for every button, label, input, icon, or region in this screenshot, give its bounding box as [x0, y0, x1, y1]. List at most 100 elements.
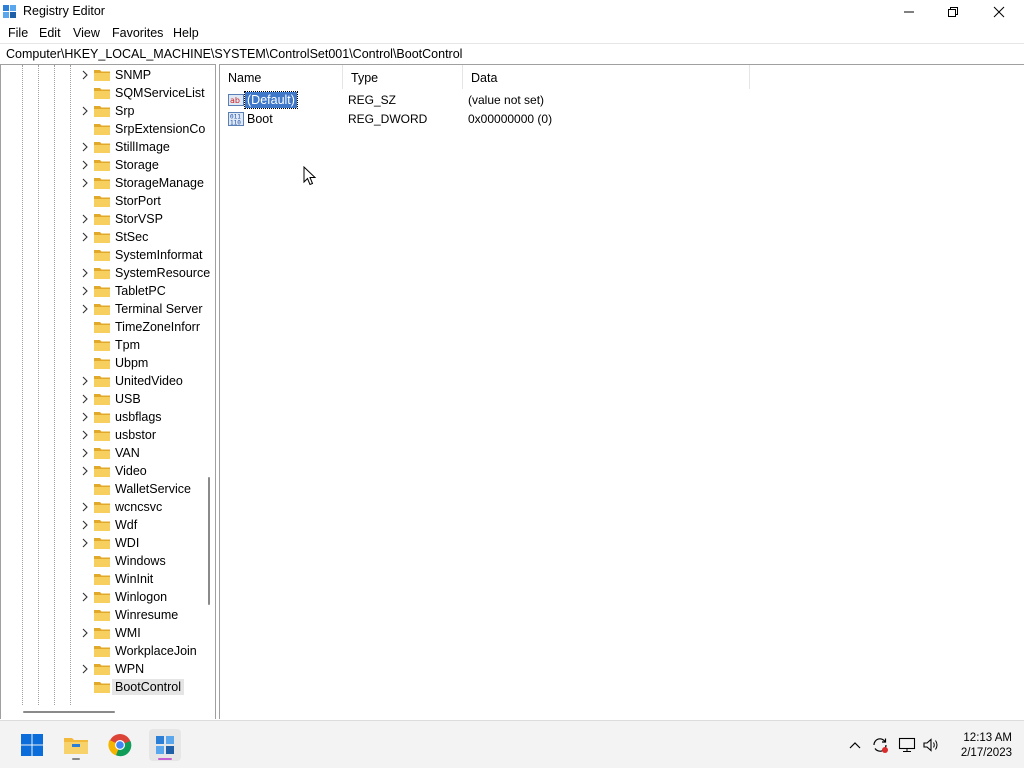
tree-item[interactable]: wcncsvc	[79, 498, 203, 516]
tree-item[interactable]: WinInit	[79, 570, 203, 588]
tree-item[interactable]: Windows	[79, 552, 203, 570]
chevron-right-icon[interactable]	[79, 141, 91, 153]
chevron-right-icon[interactable]	[79, 267, 91, 279]
chevron-up-icon	[849, 742, 861, 749]
chevron-right-icon[interactable]	[79, 213, 91, 225]
tree-item[interactable]: TabletPC	[79, 282, 203, 300]
tree-item[interactable]: Terminal Server	[79, 300, 203, 318]
column-header-data[interactable]: Data	[463, 65, 750, 89]
key-tree-pane[interactable]: SNMP SQMServiceList Srp SrpExtensionCo Still…	[0, 64, 216, 719]
taskbar-file-explorer[interactable]	[60, 729, 92, 761]
tree-item[interactable]: StorPort	[79, 192, 203, 210]
chevron-right-icon[interactable]	[79, 447, 91, 459]
values-list-pane[interactable]: Name Type Data ab (Default) REG_SZ (value n…	[219, 64, 1024, 719]
chrome-icon	[108, 734, 132, 757]
column-header-type[interactable]: Type	[343, 65, 463, 89]
tree-item[interactable]: usbflags	[79, 408, 203, 426]
tree-item[interactable]: Storage	[79, 156, 203, 174]
chevron-right-icon[interactable]	[79, 591, 91, 603]
chevron-right-icon[interactable]	[79, 627, 91, 639]
chevron-right-icon[interactable]	[79, 105, 91, 117]
chevron-right-icon[interactable]	[79, 285, 91, 297]
tree-item[interactable]: WorkplaceJoin	[79, 642, 203, 660]
tree-item[interactable]: usbstor	[79, 426, 203, 444]
tree-item[interactable]: SystemInformat	[79, 246, 203, 264]
tree-item[interactable]: StorVSP	[79, 210, 203, 228]
tree-item[interactable]: Tpm	[79, 336, 203, 354]
menu-favorites[interactable]: Favorites	[112, 26, 163, 40]
folder-icon	[94, 556, 110, 567]
tree-item[interactable]: StorageManage	[79, 174, 204, 192]
tree-item[interactable]: StSec	[79, 228, 203, 246]
column-header-name[interactable]: Name	[220, 65, 343, 89]
show-hidden-icons-button[interactable]	[845, 735, 865, 755]
tree-item-label: TimeZoneInforr	[115, 320, 200, 334]
tree-item[interactable]: TimeZoneInforr	[79, 318, 203, 336]
tree-item[interactable]: WMI	[79, 624, 203, 642]
chevron-right-icon[interactable]	[79, 411, 91, 423]
folder-icon	[94, 466, 110, 477]
chevron-right-icon[interactable]	[79, 519, 91, 531]
tree-item[interactable]: SQMServiceList	[79, 84, 205, 102]
value-row[interactable]: ab (Default) REG_SZ (value not set)	[220, 91, 820, 109]
taskbar-registry-editor[interactable]	[149, 729, 181, 761]
folder-icon	[94, 538, 110, 549]
tree-item[interactable]: Srp	[79, 102, 203, 120]
chevron-right-icon[interactable]	[79, 429, 91, 441]
tree-item[interactable]: Wdf	[79, 516, 203, 534]
tree-item[interactable]: USB	[79, 390, 203, 408]
tree-item[interactable]: Video	[79, 462, 203, 480]
tree-item[interactable]: UnitedVideo	[79, 372, 203, 390]
minimize-button[interactable]	[886, 0, 932, 24]
menu-edit[interactable]: Edit	[39, 26, 61, 40]
chevron-right-icon[interactable]	[79, 663, 91, 675]
menu-help[interactable]: Help	[173, 26, 199, 40]
chevron-right-icon[interactable]	[79, 465, 91, 477]
address-path[interactable]: Computer\HKEY_LOCAL_MACHINE\SYSTEM\Contr…	[6, 47, 462, 61]
tree-item[interactable]: WPN	[79, 660, 203, 678]
chevron-right-icon[interactable]	[79, 69, 91, 81]
tree-item[interactable]: VAN	[79, 444, 203, 462]
tree-item[interactable]: StillImage	[79, 138, 203, 156]
start-button[interactable]	[16, 729, 48, 761]
value-row[interactable]: 011 110 Boot REG_DWORD 0x00000000 (0)	[220, 110, 820, 128]
tree-item-label: Storage	[115, 158, 159, 172]
tray-sync[interactable]	[870, 735, 890, 755]
tree-item[interactable]: Ubpm	[79, 354, 203, 372]
scrollbar-thumb[interactable]	[23, 711, 115, 713]
address-bar[interactable]: Computer\HKEY_LOCAL_MACHINE\SYSTEM\Contr…	[0, 43, 1024, 64]
window-title: Registry Editor	[23, 4, 105, 18]
close-button[interactable]	[976, 0, 1022, 24]
tree-horizontal-scrollbar[interactable]	[1, 705, 204, 719]
tree-item-label: UnitedVideo	[115, 374, 183, 388]
chevron-right-icon[interactable]	[79, 231, 91, 243]
chevron-right-icon[interactable]	[79, 393, 91, 405]
chevron-right-icon[interactable]	[79, 303, 91, 315]
restore-button[interactable]	[930, 0, 976, 24]
tray-volume[interactable]	[921, 735, 941, 755]
value-name[interactable]: (Default)	[244, 91, 298, 109]
chevron-right-icon[interactable]	[79, 177, 91, 189]
value-name[interactable]: Boot	[245, 111, 275, 127]
chevron-right-icon[interactable]	[79, 537, 91, 549]
tree-item[interactable]: WalletService	[79, 480, 203, 498]
tree-item[interactable]: Winlogon	[79, 588, 203, 606]
menu-view[interactable]: View	[73, 26, 100, 40]
folder-icon	[94, 178, 110, 189]
chevron-right-icon[interactable]	[79, 159, 91, 171]
tree-item[interactable]: Winresume	[79, 606, 203, 624]
taskbar-chrome[interactable]	[104, 729, 136, 761]
tree-item[interactable]: SNMP	[79, 66, 203, 84]
tree-vertical-scrollbar[interactable]	[204, 65, 215, 705]
chevron-right-icon[interactable]	[79, 501, 91, 513]
scrollbar-thumb[interactable]	[208, 477, 210, 605]
tray-network[interactable]	[897, 735, 917, 755]
taskbar-clock[interactable]: 12:13 AM 2/17/2023	[948, 731, 1012, 761]
menu-file[interactable]: File	[8, 26, 28, 40]
tree-item-label: usbflags	[115, 410, 162, 424]
tree-item[interactable]: SrpExtensionCo	[79, 120, 205, 138]
tree-item[interactable]: WDI	[79, 534, 203, 552]
chevron-right-icon[interactable]	[79, 375, 91, 387]
tree-item[interactable]: SystemResource	[79, 264, 210, 282]
tree-item[interactable]: BootControl	[79, 678, 203, 696]
